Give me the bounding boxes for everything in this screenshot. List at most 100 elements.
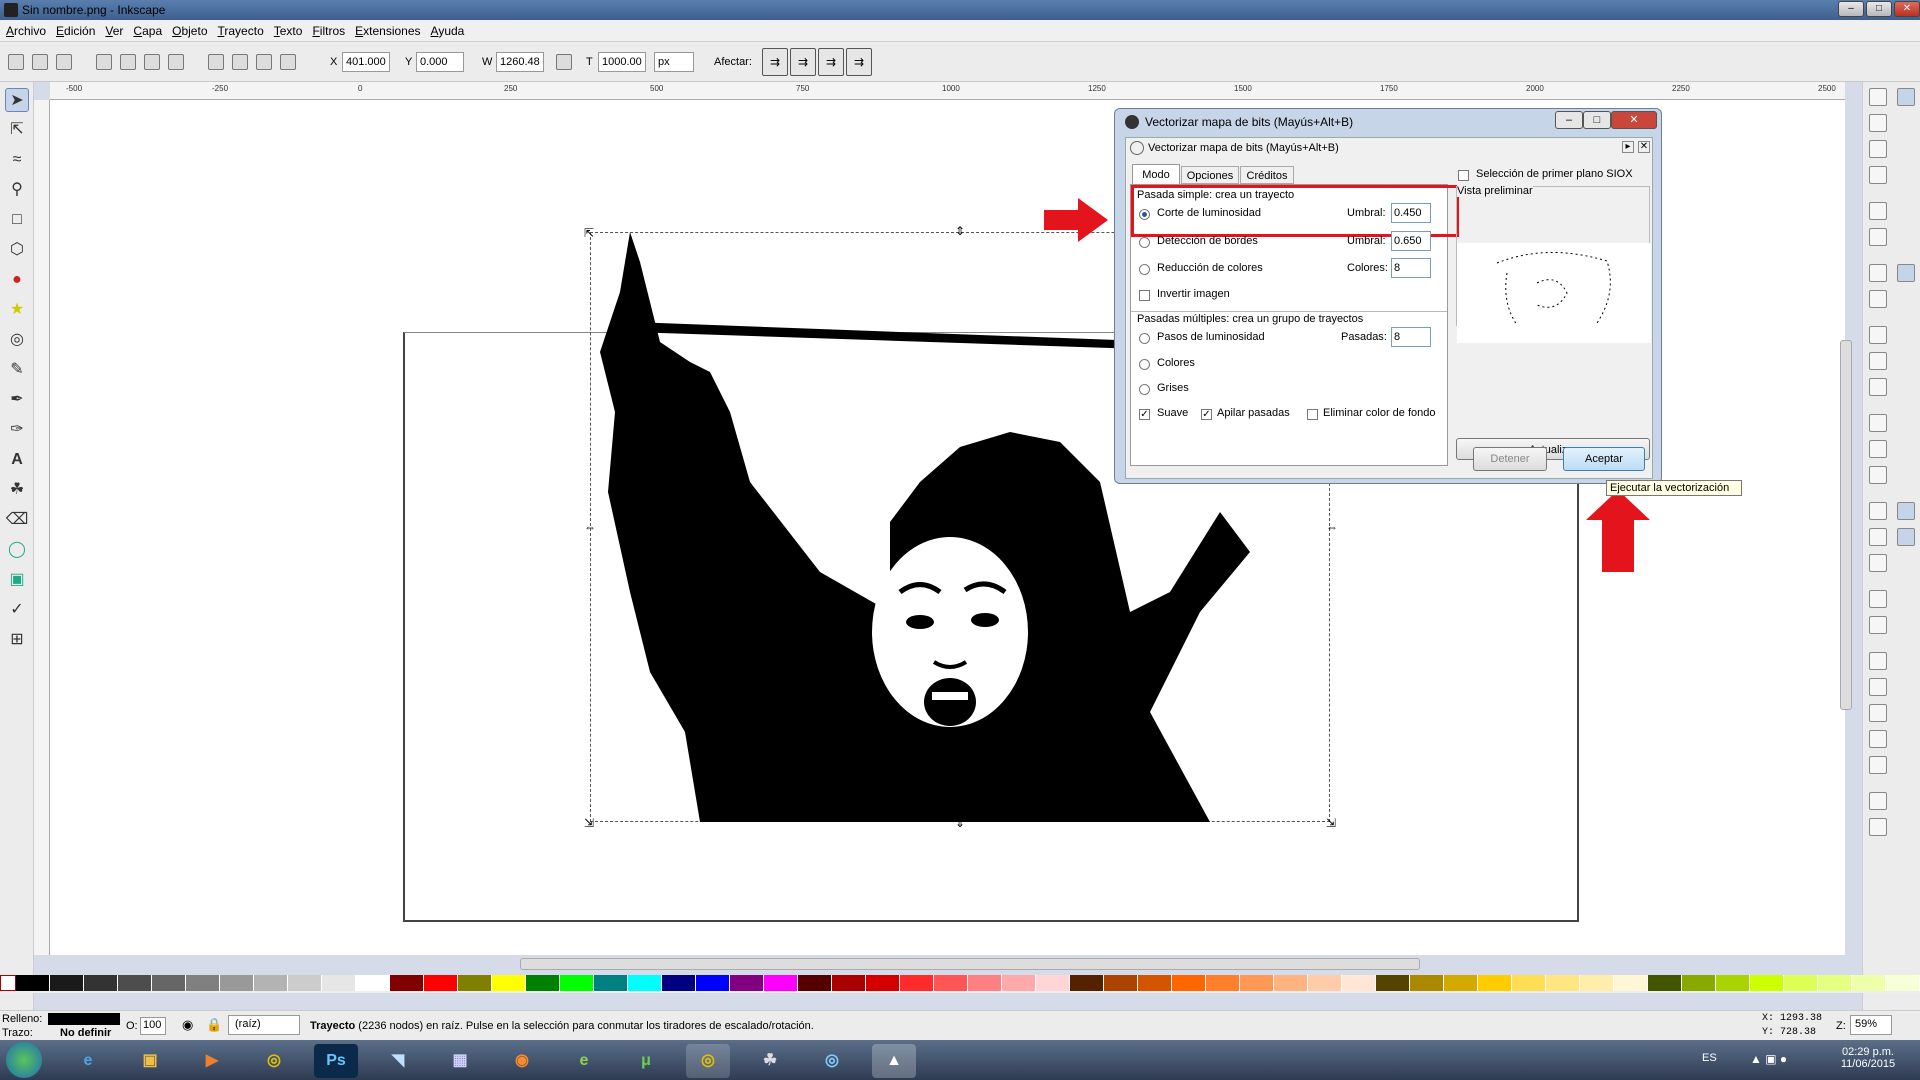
lower-icon[interactable] [256,54,272,70]
language-indicator[interactable]: ES [1702,1052,1717,1064]
flip-horizontal-icon[interactable] [144,54,160,70]
xml-editor-icon[interactable] [1869,730,1887,748]
color-swatch[interactable] [1682,975,1716,991]
panel-close-icon[interactable]: ✕ [1638,141,1650,153]
passes-input[interactable]: 8 [1391,327,1431,347]
clone-icon[interactable] [1869,528,1887,546]
select-all-layers-icon[interactable] [32,54,48,70]
undo-icon[interactable] [1869,264,1887,282]
menu-archivo[interactable]: Archivo [6,24,46,38]
dialog-maximize-button[interactable]: □ [1583,111,1611,129]
color-swatch[interactable] [152,975,186,991]
scale-stroke-button[interactable]: ⇉ [762,48,788,76]
deselect-icon[interactable] [56,54,72,70]
close-button[interactable]: ✕ [1894,1,1920,17]
flip-vertical-icon[interactable] [168,54,184,70]
dropper-tool-icon[interactable]: ✓ [5,598,29,622]
menu-filtros[interactable]: Filtros [312,24,345,38]
accept-button[interactable]: Aceptar [1563,447,1645,471]
align-distribute-icon[interactable] [1869,756,1887,774]
color-swatch[interactable] [50,975,84,991]
zoom-page-icon[interactable] [1869,466,1887,484]
color-swatch[interactable] [1410,975,1444,991]
color-swatch[interactable] [1546,975,1580,991]
calculator-taskbar-icon[interactable]: ▦ [438,1044,482,1078]
color-swatch[interactable] [1444,975,1478,991]
smooth-checkbox[interactable]: ✓ [1139,409,1150,420]
cut-icon[interactable] [1869,352,1887,370]
color-swatch[interactable] [900,975,934,991]
layers-icon[interactable] [1869,704,1887,722]
maximize-button[interactable]: □ [1866,1,1892,17]
color-swatch[interactable] [424,975,458,991]
invert-checkbox[interactable] [1139,290,1150,301]
save-icon[interactable] [1869,140,1887,158]
color-swatch[interactable] [730,975,764,991]
color-swatch[interactable] [1614,975,1648,991]
dialog-minimize-button[interactable]: – [1555,111,1583,129]
eraser-tool-icon[interactable]: ⌫ [5,508,29,532]
color-swatch[interactable] [1274,975,1308,991]
spray-tool-icon[interactable]: ☘ [5,478,29,502]
notes-taskbar-icon[interactable]: ◥ [376,1044,420,1078]
zoom-input[interactable]: 59% [1850,1015,1892,1035]
clock[interactable]: 02:29 p.m. 11/06/2015 [1836,1046,1900,1070]
3d-box-tool-icon[interactable]: ⬡ [5,238,29,262]
media-player-taskbar-icon[interactable]: ▶ [190,1044,234,1078]
start-button-icon[interactable] [6,1042,42,1078]
tab-opciones[interactable]: Opciones [1181,166,1239,184]
color-swatch[interactable] [1818,975,1852,991]
color-swatch[interactable] [1070,975,1104,991]
radio-color-reduction[interactable] [1139,264,1150,275]
opacity-input[interactable]: 100 [140,1017,166,1035]
rectangle-tool-icon[interactable]: □ [5,208,29,232]
color-swatch[interactable] [628,975,662,991]
color-swatch[interactable] [1308,975,1342,991]
raise-icon[interactable] [232,54,248,70]
color-swatch[interactable] [84,975,118,991]
snap-guides-icon[interactable] [1897,528,1915,546]
selector-tool-icon[interactable]: ➤ [5,88,29,112]
menu-ayuda[interactable]: Ayuda [431,24,465,38]
color-swatch[interactable] [16,975,50,991]
tab-modo[interactable]: Modo [1132,164,1180,184]
duplicate-icon[interactable] [1869,502,1887,520]
import-icon[interactable] [1869,202,1887,220]
fill-swatch[interactable] [48,1013,120,1025]
gradient-tool-icon[interactable]: ▣ [5,568,29,592]
snap-nodes-icon[interactable] [1897,264,1915,282]
x-field[interactable]: 401.000 [342,52,390,72]
color-swatch[interactable] [1172,975,1206,991]
color-swatch[interactable] [1478,975,1512,991]
color-swatch[interactable] [118,975,152,991]
bucket-tool-icon[interactable]: ◯ [5,538,29,562]
radio-brightness-steps[interactable] [1139,333,1150,344]
layer-select[interactable]: (raíz) [228,1015,300,1035]
zoom-tool-icon[interactable]: ⚲ [5,178,29,202]
minimize-button[interactable]: – [1838,1,1864,17]
color-swatch[interactable] [1512,975,1546,991]
text-tool-icon[interactable]: A [5,448,29,472]
pencil-tool-icon[interactable]: ✎ [5,358,29,382]
move-patterns-button[interactable]: ⇉ [846,48,872,76]
color-swatch[interactable] [186,975,220,991]
color-swatch[interactable] [1138,975,1172,991]
scale-handle-icon[interactable]: ⇕ [955,816,965,830]
radio-multi-colors[interactable] [1139,359,1150,370]
radio-grays[interactable] [1139,384,1150,395]
color-swatch[interactable] [1036,975,1070,991]
color-swatch[interactable] [1580,975,1614,991]
color-swatch[interactable] [458,975,492,991]
color-swatch[interactable] [662,975,696,991]
color-palette[interactable] [0,975,1920,993]
spiral-tool-icon[interactable]: ◎ [5,328,29,352]
preferences-icon[interactable] [1869,792,1887,810]
color-swatch[interactable] [322,975,356,991]
raise-to-top-icon[interactable] [208,54,224,70]
color-swatch[interactable] [288,975,322,991]
color-swatch[interactable] [390,975,424,991]
scale-radius-button[interactable]: ⇉ [790,48,816,76]
siox-checkbox[interactable] [1458,170,1469,181]
copy-icon[interactable] [1869,326,1887,344]
node-tool-icon[interactable]: ⇱ [5,118,29,142]
